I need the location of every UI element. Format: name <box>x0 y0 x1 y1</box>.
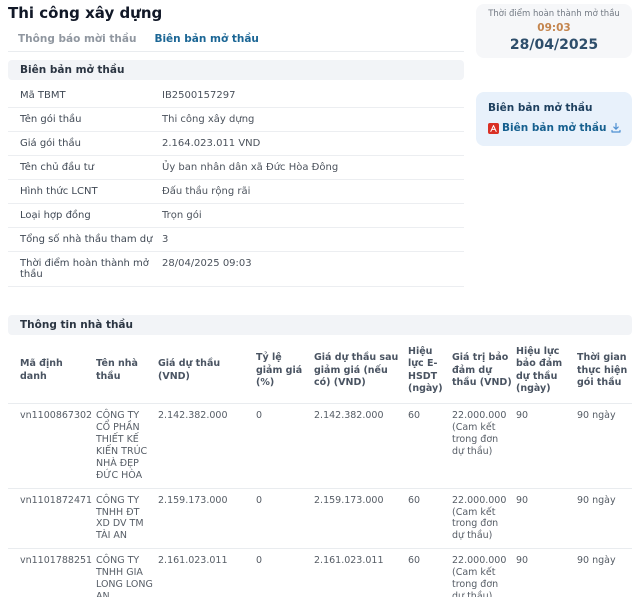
detail-label: Mã TBMT <box>20 90 162 101</box>
detail-label: Giá gói thầu <box>20 138 162 149</box>
column-header: Giá dự thầu (VND) <box>158 338 256 404</box>
detail-row: Giá gói thầu 2.164.023.011 VND <box>8 132 464 156</box>
table-cell: 60 <box>408 404 452 488</box>
table-cell: 90 <box>516 488 577 549</box>
column-header: Mã định danh <box>8 338 96 404</box>
detail-value: 3 <box>162 234 168 245</box>
detail-value: Đấu thầu rộng rãi <box>162 186 250 197</box>
completion-date-value: 28/04/2025 <box>510 37 598 53</box>
detail-row: Tổng số nhà thầu tham dự 3 <box>8 228 464 252</box>
table-cell: 2.159.173.000 <box>158 488 256 549</box>
table-cell: 0 <box>256 488 314 549</box>
detail-row: Tên chủ đầu tư Ủy ban nhân dân xã Đức Hò… <box>8 156 464 180</box>
completion-time-label: Thời điểm hoàn thành mở thầu <box>488 9 620 19</box>
bidder-table: Mã định danhTên nhà thầuGiá dự thầu (VND… <box>8 338 632 597</box>
table-row: vn1101788251CÔNG TY TNHH GIA LONG LONG A… <box>8 549 632 597</box>
section-header-bien-ban-mo-thau: Biên bản mở thầu <box>8 60 464 80</box>
detail-value: Ủy ban nhân dân xã Đức Hòa Đông <box>162 162 338 173</box>
download-button[interactable] <box>610 122 622 134</box>
column-header: Hiệu lực bảo đảm dự thầu (ngày) <box>516 338 577 404</box>
detail-row: Mã TBMT IB2500157297 <box>8 84 464 108</box>
table-cell: vn1101788251 <box>8 549 96 597</box>
document-file-row: Biên bản mở thầu <box>488 122 622 134</box>
table-cell: 90 ngày <box>577 404 632 488</box>
detail-row: Loại hợp đồng Trọn gói <box>8 204 464 228</box>
table-cell: vn1100867302 <box>8 404 96 488</box>
pdf-file-link[interactable]: Biên bản mở thầu <box>502 122 606 134</box>
detail-value: 28/04/2025 09:03 <box>162 258 252 269</box>
detail-value: 2.164.023.011 VND <box>162 138 260 149</box>
page-title: Thi công xây dựng <box>8 4 162 22</box>
column-header: Thời gian thực hiện gói thầu <box>577 338 632 404</box>
column-header: Giá trị bảo đảm dự thầu (VND) <box>452 338 516 404</box>
detail-label: Hình thức LCNT <box>20 186 162 197</box>
tab-bien-ban-mo-thau[interactable]: Biên bản mở thầu <box>154 33 258 51</box>
section-header-thong-tin-nha-thau: Thông tin nhà thầu <box>8 315 632 335</box>
table-header-row: Mã định danhTên nhà thầuGiá dự thầu (VND… <box>8 338 632 404</box>
table-cell: 2.142.382.000 <box>158 404 256 488</box>
table-cell: 90 ngày <box>577 488 632 549</box>
table-cell: 90 <box>516 549 577 597</box>
bid-opening-page: Thi công xây dựng Thông báo mời thầu Biê… <box>0 0 640 597</box>
detail-value: IB2500157297 <box>162 90 235 101</box>
detail-label: Tên gói thầu <box>20 114 162 125</box>
table-row: vn1100867302CÔNG TY CỔ PHẦN THIẾT KẾ KIẾ… <box>8 404 632 488</box>
column-header: Tên nhà thầu <box>96 338 158 404</box>
download-icon <box>610 122 622 134</box>
completion-time-card: Thời điểm hoàn thành mở thầu 09:03 28/04… <box>476 4 632 58</box>
tab-thong-bao-moi-thau[interactable]: Thông báo mời thầu <box>18 33 136 51</box>
table-row: vn1101872471CÔNG TY TNHH ĐT XD DV TM TÀI… <box>8 488 632 549</box>
detail-value: Thi công xây dựng <box>162 114 254 125</box>
table-cell: 2.161.023.011 <box>314 549 408 597</box>
column-header: Hiệu lực E-HSDT (ngày) <box>408 338 452 404</box>
detail-list: Mã TBMT IB2500157297 Tên gói thầu Thi cô… <box>8 84 464 287</box>
detail-row: Hình thức LCNT Đấu thầu rộng rãi <box>8 180 464 204</box>
table-cell: 90 ngày <box>577 549 632 597</box>
detail-row: Thời điểm hoàn thành mở thầu 28/04/2025 … <box>8 252 464 287</box>
completion-time-value: 09:03 <box>537 22 570 34</box>
pdf-icon <box>488 123 499 134</box>
table-cell: 2.159.173.000 <box>314 488 408 549</box>
document-card: Biên bản mở thầu Biên bản mở thầu <box>476 92 632 146</box>
table-cell: CÔNG TY TNHH ĐT XD DV TM TÀI AN <box>96 488 158 549</box>
detail-label: Loại hợp đồng <box>20 210 162 221</box>
table-cell: 60 <box>408 488 452 549</box>
table-cell: 22.000.000 (Cam kết trong đơn dự thầu) <box>452 488 516 549</box>
column-header: Giá dự thầu sau giảm giá (nếu có) (VND) <box>314 338 408 404</box>
tab-bar: Thông báo mời thầu Biên bản mở thầu <box>18 33 259 51</box>
table-cell: vn1101872471 <box>8 488 96 549</box>
table-cell: 2.161.023.011 <box>158 549 256 597</box>
detail-row: Tên gói thầu Thi công xây dựng <box>8 108 464 132</box>
detail-label: Tổng số nhà thầu tham dự <box>20 234 162 245</box>
table-cell: 60 <box>408 549 452 597</box>
table-cell: 0 <box>256 404 314 488</box>
table-cell: 22.000.000 (Cam kết trong đơn dự thầu) <box>452 549 516 597</box>
column-header: Tỷ lệ giảm giá (%) <box>256 338 314 404</box>
detail-value: Trọn gói <box>162 210 202 221</box>
table-cell: 22.000.000 (Cam kết trong đơn dự thầu) <box>452 404 516 488</box>
table-cell: 0 <box>256 549 314 597</box>
table-cell: CÔNG TY TNHH GIA LONG LONG AN <box>96 549 158 597</box>
table-cell: CÔNG TY CỔ PHẦN THIẾT KẾ KIẾN TRÚC NHÀ Đ… <box>96 404 158 488</box>
table-cell: 2.142.382.000 <box>314 404 408 488</box>
document-card-title: Biên bản mở thầu <box>488 102 622 114</box>
detail-label: Thời điểm hoàn thành mở thầu <box>20 258 162 280</box>
tabs-divider <box>8 51 464 52</box>
table-cell: 90 <box>516 404 577 488</box>
detail-label: Tên chủ đầu tư <box>20 162 162 173</box>
